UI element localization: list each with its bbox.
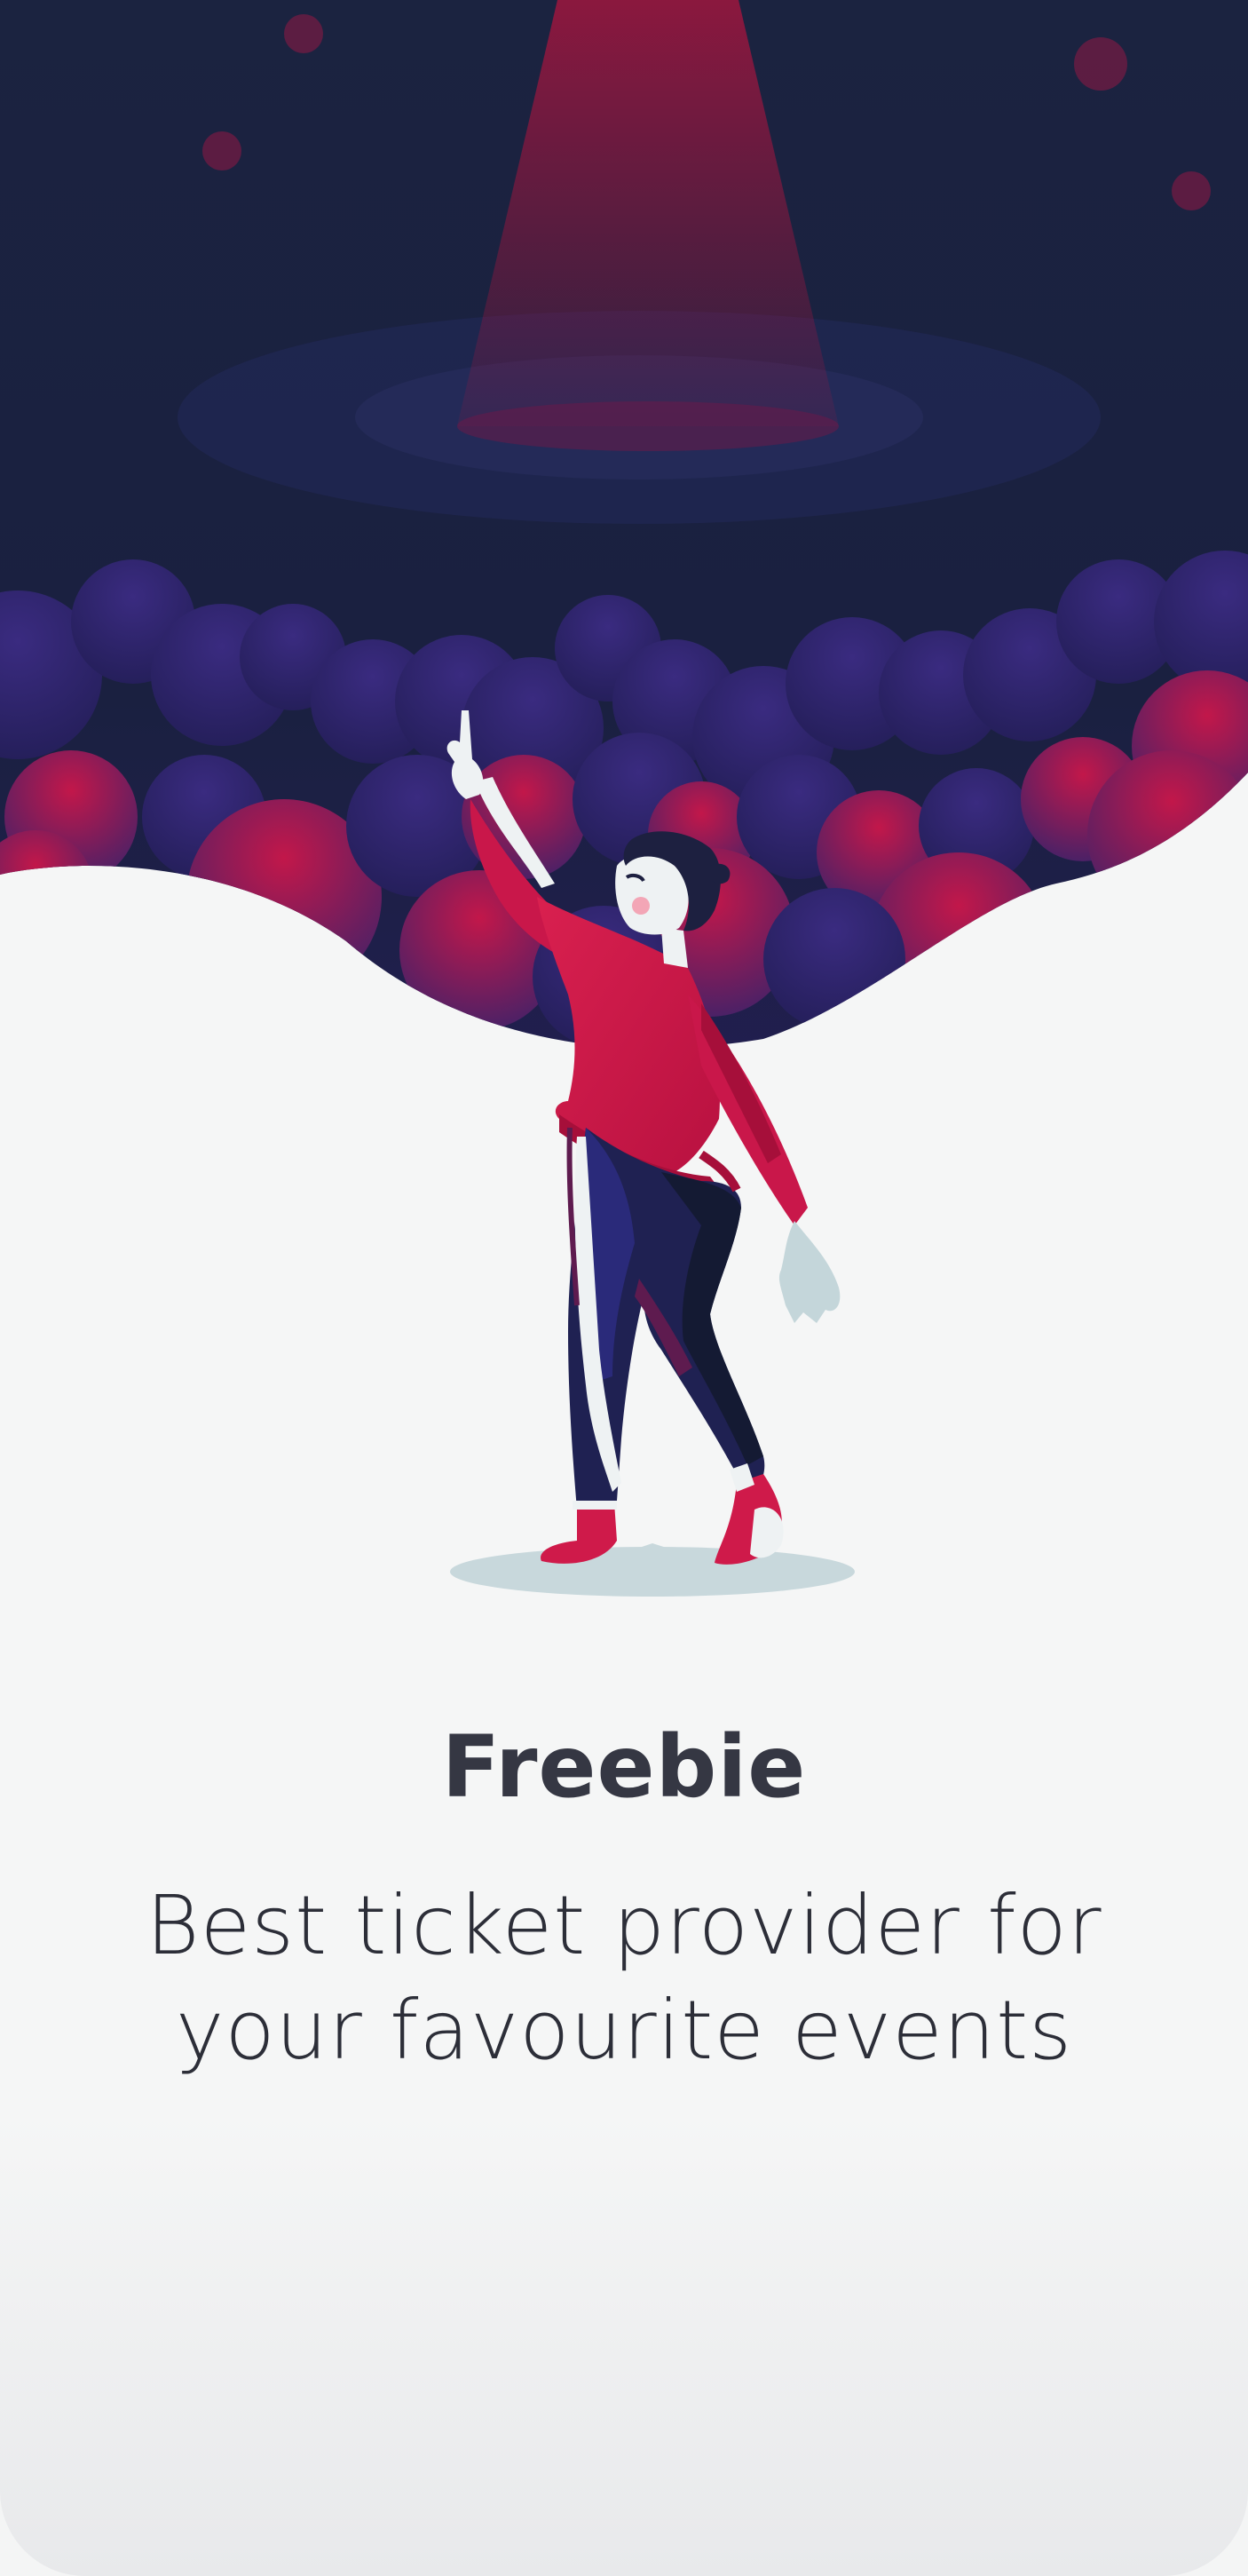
app-title: Freebie [441, 1717, 807, 1817]
app-tagline: Best ticket provider for your favourite … [124, 1874, 1124, 2083]
tagline-line-2: your favourite events [175, 1983, 1073, 2078]
hero-illustration [0, 0, 1248, 1616]
onboarding-screen: Freebie Best ticket provider for your fa… [0, 0, 1248, 2576]
concert-illustration-icon [0, 0, 1248, 1597]
tagline-line-1: Best ticket provider for [146, 1878, 1102, 1973]
